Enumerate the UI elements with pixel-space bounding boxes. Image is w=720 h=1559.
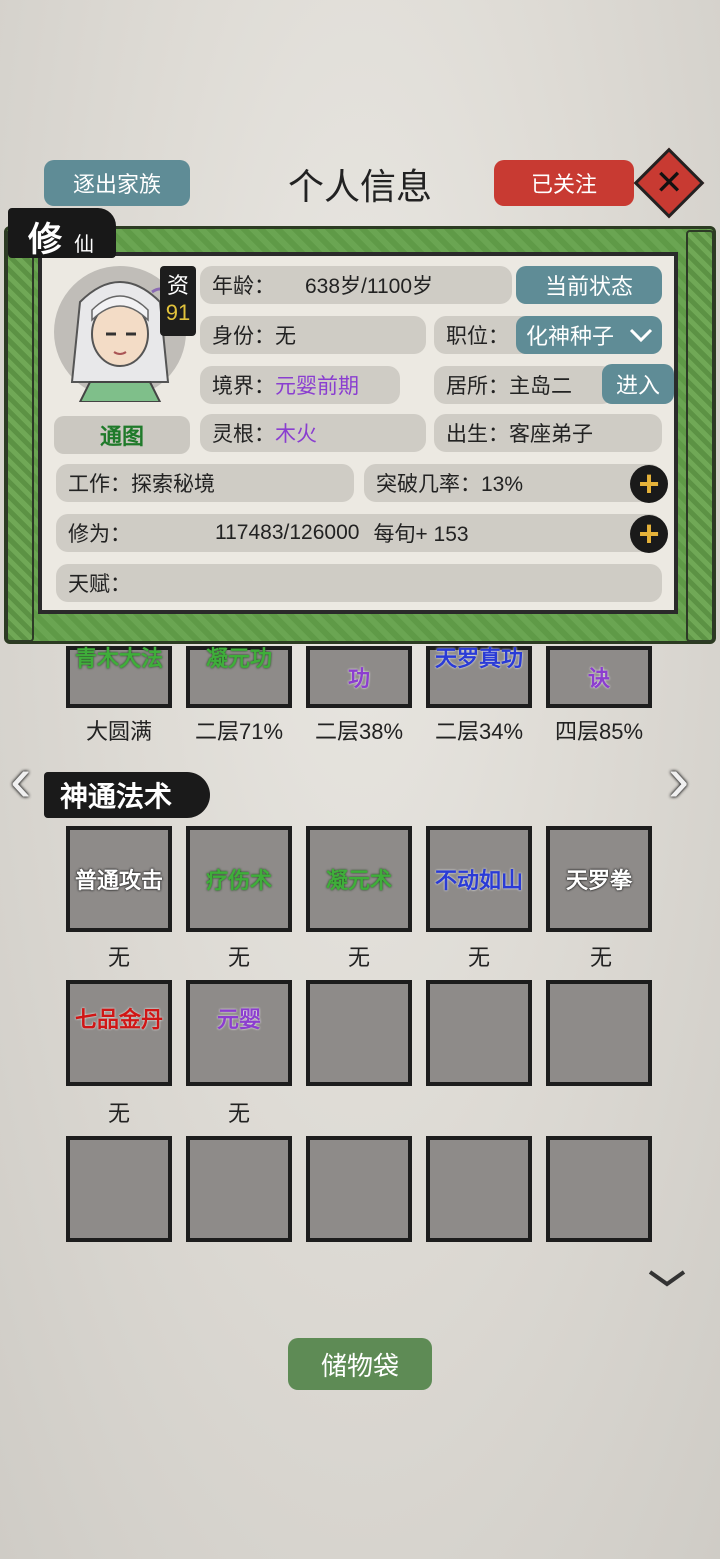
tag-main: 修 [28,221,62,259]
cultivation-field: 修为： 117483/126000 每旬+ 153 [56,514,662,552]
technique-level: 二层38% [314,719,404,744]
birth-field: 出生：客座弟子 [434,414,662,452]
position-value: 化神种子 [526,324,615,349]
chevron-down-icon [629,328,653,343]
skill-slot-empty[interactable] [66,1136,172,1242]
spirit-root-value: 木火 [275,423,317,446]
followed-button[interactable]: 已关注 [494,160,634,206]
technique-slot[interactable]: 诀 [546,646,652,708]
breakthrough-field: 突破几率：13% [364,464,662,502]
skill-slot[interactable]: 七品金丹 [66,980,172,1086]
skill-slot-empty[interactable] [546,1136,652,1242]
technique-slot[interactable]: 功 [306,646,412,708]
skill-slot-empty[interactable] [306,980,412,1086]
aptitude-value: 91 [165,300,191,325]
current-status-button[interactable]: 当前状态 [516,266,662,304]
technique-name: 青木大法 [74,646,163,671]
scroll-rod-right [686,230,714,642]
skill-name: 疗伤术 [205,868,272,893]
skill-slot[interactable]: 普通攻击 [66,826,172,932]
skill-slot-empty[interactable] [426,1136,532,1242]
realm-field: 境界： 元婴前期 [200,366,400,404]
skill-slot[interactable]: 不动如山 [426,826,532,932]
skill-slot[interactable]: 凝元术 [306,826,412,932]
cultivation-tag: 修 仙 [8,208,116,259]
identity-field: 身份：无 [200,316,426,354]
technique-slot[interactable]: 天罗真功 [426,646,532,708]
scroll-rod-left [6,230,34,642]
arrow-right-icon[interactable]: › [668,742,689,816]
work-field: 工作：探索秘境 [56,464,354,502]
portrait-button[interactable]: 通图 [54,416,190,454]
close-icon: ✕ [654,164,684,202]
aptitude-badge: 资 91 [160,266,196,336]
plus-icon[interactable]: + [630,515,668,553]
technique-name: 凝元功 [205,646,272,671]
skill-name: 元婴 [216,1007,261,1032]
skill-name: 不动如山 [434,868,523,893]
age-value: 638岁/1100岁 [305,275,434,298]
skill-slot[interactable]: 天罗拳 [546,826,652,932]
skill-sub: 无 [467,945,490,970]
skill-name: 天罗拳 [565,868,632,893]
residence-field: 居所：主岛二 [434,366,614,404]
section-title: 神通法术 [44,772,210,818]
aptitude-label: 资 [166,273,189,298]
cultivation-per-turn: 每旬+ 153 [373,523,469,546]
age-label: 年龄： [212,275,275,298]
chevron-down-icon[interactable] [648,1268,686,1288]
technique-level: 大圆满 [85,719,152,744]
skill-sub: 无 [227,1101,250,1126]
skill-sub: 无 [107,1101,130,1126]
technique-level: 二层71% [194,719,284,744]
technique-slot[interactable]: 凝元功 [186,646,292,708]
cultivation-label: 修为： [68,523,131,546]
skill-sub: 无 [107,945,130,970]
position-select[interactable]: 化神种子 [516,316,662,354]
skill-slot-empty[interactable] [546,980,652,1086]
cultivation-value: 117483/126000 [215,521,360,544]
skill-slot[interactable]: 疗伤术 [186,826,292,932]
skill-name: 普通攻击 [74,868,163,893]
technique-name: 天罗真功 [434,646,523,671]
storage-bag-button[interactable]: 储物袋 [288,1338,432,1390]
skill-slot-empty[interactable] [306,1136,412,1242]
technique-slot[interactable]: 青木大法 [66,646,172,708]
realm-label: 境界： [212,375,275,398]
age-field: 年龄： 638岁/1100岁 [200,266,512,304]
technique-level: 四层85% [554,719,644,744]
skill-slot-empty[interactable] [426,980,532,1086]
enter-button[interactable]: 进入 [602,364,674,404]
arrow-left-icon[interactable]: ‹ [10,742,31,816]
spirit-root-field: 灵根： 木火 [200,414,426,452]
skill-sub: 无 [589,945,612,970]
realm-value: 元婴前期 [275,375,359,398]
tag-sub: 仙 [74,234,94,256]
technique-name: 功 [347,666,370,691]
skill-name: 凝元术 [325,868,392,893]
plus-icon[interactable]: + [630,465,668,503]
technique-name: 诀 [587,666,610,691]
skill-slot[interactable]: 元婴 [186,980,292,1086]
skill-name: 七品金丹 [74,1007,163,1032]
technique-level: 二层34% [434,719,524,744]
skill-slot-empty[interactable] [186,1136,292,1242]
spirit-root-label: 灵根： [212,423,275,446]
skill-sub: 无 [227,945,250,970]
skill-sub: 无 [347,945,370,970]
talent-field: 天赋： [56,564,662,602]
